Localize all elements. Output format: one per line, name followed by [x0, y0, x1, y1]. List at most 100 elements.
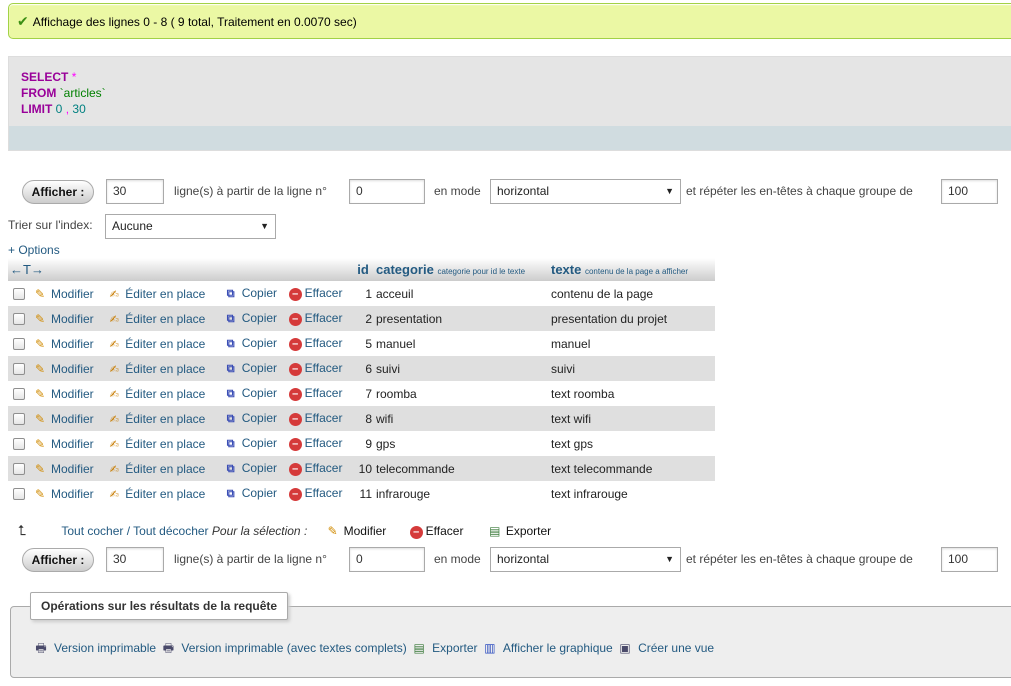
row-inline-edit-cell[interactable]: ✍ Éditer en place [104, 331, 221, 356]
row-modify-cell[interactable]: ✎ Modifier [30, 356, 105, 381]
row-modify-link[interactable]: Modifier [51, 437, 94, 451]
row-inline-edit-cell[interactable]: ✍ Éditer en place [104, 306, 221, 331]
row-modify-link[interactable]: Modifier [51, 462, 94, 476]
column-header-categorie-link[interactable]: categorie [376, 262, 434, 277]
row-checkbox[interactable] [13, 463, 25, 476]
start-row-input-bottom[interactable]: 0 [349, 547, 425, 572]
row-modify-link[interactable]: Modifier [51, 387, 94, 401]
print-view-full-link[interactable]: Version imprimable (avec textes complets… [181, 641, 406, 655]
row-checkbox[interactable] [13, 288, 25, 301]
start-row-input[interactable]: 0 [349, 179, 425, 204]
show-button[interactable]: Afficher : [22, 180, 94, 204]
row-modify-cell[interactable]: ✎ Modifier [30, 431, 105, 456]
row-id[interactable]: 5 [352, 331, 374, 356]
row-id[interactable]: 6 [352, 356, 374, 381]
row-modify-cell[interactable]: ✎ Modifier [30, 406, 105, 431]
row-modify-cell[interactable]: ✎ Modifier [30, 281, 105, 306]
row-id[interactable]: 10 [352, 456, 374, 481]
row-delete-link[interactable]: Effacer [305, 461, 343, 475]
row-modify-cell[interactable]: ✎ Modifier [30, 481, 105, 506]
row-modify-cell[interactable]: ✎ Modifier [30, 331, 105, 356]
display-mode-select-bottom[interactable]: horizontal ▼ [490, 547, 681, 572]
row-copy-link[interactable]: Copier [242, 486, 277, 500]
column-resize-arrows[interactable]: ←T→ [8, 258, 352, 281]
row-delete-link[interactable]: Effacer [305, 436, 343, 450]
row-categorie[interactable]: telecommande [374, 456, 549, 481]
row-inline-edit-cell[interactable]: ✍ Éditer en place [104, 281, 221, 306]
row-checkbox[interactable] [13, 388, 25, 401]
column-header-texte[interactable]: texte contenu de la page a afficher [549, 258, 715, 281]
row-inline-edit-link[interactable]: Éditer en place [125, 287, 205, 301]
row-copy-cell[interactable]: ⧉ Copier [220, 356, 287, 381]
row-inline-edit-cell[interactable]: ✍ Éditer en place [104, 481, 221, 506]
row-categorie[interactable]: presentation [374, 306, 549, 331]
sql-keyword-limit[interactable]: LIMIT [21, 102, 52, 116]
row-modify-link[interactable]: Modifier [51, 337, 94, 351]
row-categorie[interactable]: roomba [374, 381, 549, 406]
row-inline-edit-cell[interactable]: ✍ Éditer en place [104, 356, 221, 381]
display-chart-link[interactable]: Afficher le graphique [503, 641, 613, 655]
row-texte[interactable]: text infrarouge [549, 481, 715, 506]
column-header-categorie[interactable]: categorie categorie pour id le texte [374, 258, 549, 281]
row-texte[interactable]: presentation du projet [549, 306, 715, 331]
row-copy-link[interactable]: Copier [242, 411, 277, 425]
row-delete-cell[interactable]: – Effacer [286, 331, 352, 356]
create-view-link[interactable]: Créer une vue [638, 641, 714, 655]
row-copy-link[interactable]: Copier [242, 311, 277, 325]
bulk-delete-button[interactable]: Effacer [426, 524, 464, 538]
row-modify-cell[interactable]: ✎ Modifier [30, 306, 105, 331]
row-categorie[interactable]: suivi [374, 356, 549, 381]
row-texte[interactable]: text roomba [549, 381, 715, 406]
row-id[interactable]: 8 [352, 406, 374, 431]
row-delete-link[interactable]: Effacer [305, 286, 343, 300]
repeat-headers-input[interactable]: 100 [941, 179, 998, 204]
row-delete-link[interactable]: Effacer [305, 311, 343, 325]
row-copy-link[interactable]: Copier [242, 286, 277, 300]
row-copy-cell[interactable]: ⧉ Copier [220, 406, 287, 431]
row-inline-edit-cell[interactable]: ✍ Éditer en place [104, 406, 221, 431]
row-checkbox[interactable] [13, 313, 25, 326]
row-modify-link[interactable]: Modifier [51, 362, 94, 376]
row-delete-cell[interactable]: – Effacer [286, 481, 352, 506]
show-button-bottom[interactable]: Afficher : [22, 548, 94, 572]
row-delete-link[interactable]: Effacer [305, 336, 343, 350]
row-categorie[interactable]: acceuil [374, 281, 549, 306]
row-inline-edit-link[interactable]: Éditer en place [125, 462, 205, 476]
row-inline-edit-link[interactable]: Éditer en place [125, 337, 205, 351]
bulk-export-button[interactable]: Exporter [506, 524, 551, 538]
row-delete-cell[interactable]: – Effacer [286, 381, 352, 406]
column-header-id[interactable]: id [352, 258, 374, 281]
row-texte[interactable]: text telecommande [549, 456, 715, 481]
sql-keyword-from[interactable]: FROM [21, 86, 56, 100]
row-id[interactable]: 1 [352, 281, 374, 306]
row-texte[interactable]: text gps [549, 431, 715, 456]
bulk-modify-button[interactable]: Modifier [344, 524, 387, 538]
repeat-headers-input-bottom[interactable]: 100 [941, 547, 998, 572]
row-checkbox[interactable] [13, 338, 25, 351]
row-checkbox[interactable] [13, 363, 25, 376]
row-copy-link[interactable]: Copier [242, 361, 277, 375]
row-delete-link[interactable]: Effacer [305, 361, 343, 375]
row-copy-cell[interactable]: ⧉ Copier [220, 381, 287, 406]
row-delete-link[interactable]: Effacer [305, 486, 343, 500]
row-delete-cell[interactable]: – Effacer [286, 281, 352, 306]
row-copy-link[interactable]: Copier [242, 436, 277, 450]
column-header-id-link[interactable]: id [357, 262, 369, 277]
row-inline-edit-cell[interactable]: ✍ Éditer en place [104, 456, 221, 481]
row-categorie[interactable]: gps [374, 431, 549, 456]
options-link[interactable]: + Options [8, 243, 60, 257]
row-modify-link[interactable]: Modifier [51, 412, 94, 426]
row-inline-edit-link[interactable]: Éditer en place [125, 387, 205, 401]
print-view-link[interactable]: Version imprimable [54, 641, 156, 655]
row-inline-edit-cell[interactable]: ✍ Éditer en place [104, 431, 221, 456]
row-texte[interactable]: manuel [549, 331, 715, 356]
row-modify-cell[interactable]: ✎ Modifier [30, 381, 105, 406]
row-categorie[interactable]: wifi [374, 406, 549, 431]
row-checkbox[interactable] [13, 438, 25, 451]
row-texte[interactable]: suivi [549, 356, 715, 381]
row-copy-cell[interactable]: ⧉ Copier [220, 481, 287, 506]
row-delete-cell[interactable]: – Effacer [286, 456, 352, 481]
export-link[interactable]: Exporter [432, 641, 477, 655]
sort-index-select[interactable]: Aucune ▼ [105, 214, 276, 239]
row-delete-cell[interactable]: – Effacer [286, 431, 352, 456]
